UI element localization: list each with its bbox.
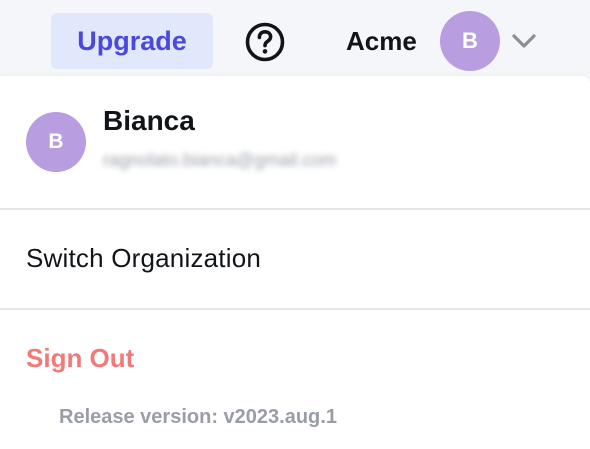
- avatar[interactable]: B: [440, 11, 500, 71]
- divider: [0, 308, 590, 310]
- switch-organization-label: Switch Organization: [26, 243, 262, 273]
- user-name: Bianca: [103, 105, 195, 136]
- user-info: B Bianca ragnolato.bianca@gmail.com: [0, 76, 590, 209]
- user-email: ragnolato.bianca@gmail.com: [103, 150, 337, 170]
- switch-organization-item[interactable]: Switch Organization: [0, 210, 590, 308]
- top-bar: Upgrade Acme B: [0, 0, 590, 76]
- release-version: Release version: v2023.aug.1: [59, 406, 337, 428]
- chevron-down-icon[interactable]: [510, 30, 538, 52]
- organization-name[interactable]: Acme: [346, 24, 417, 58]
- upgrade-button[interactable]: Upgrade: [51, 13, 213, 69]
- sign-out-button[interactable]: Sign Out: [26, 342, 134, 374]
- account-dropdown-menu: B Bianca ragnolato.bianca@gmail.com Swit…: [0, 76, 590, 449]
- user-avatar: B: [26, 112, 86, 172]
- question-circle-icon[interactable]: [244, 21, 286, 63]
